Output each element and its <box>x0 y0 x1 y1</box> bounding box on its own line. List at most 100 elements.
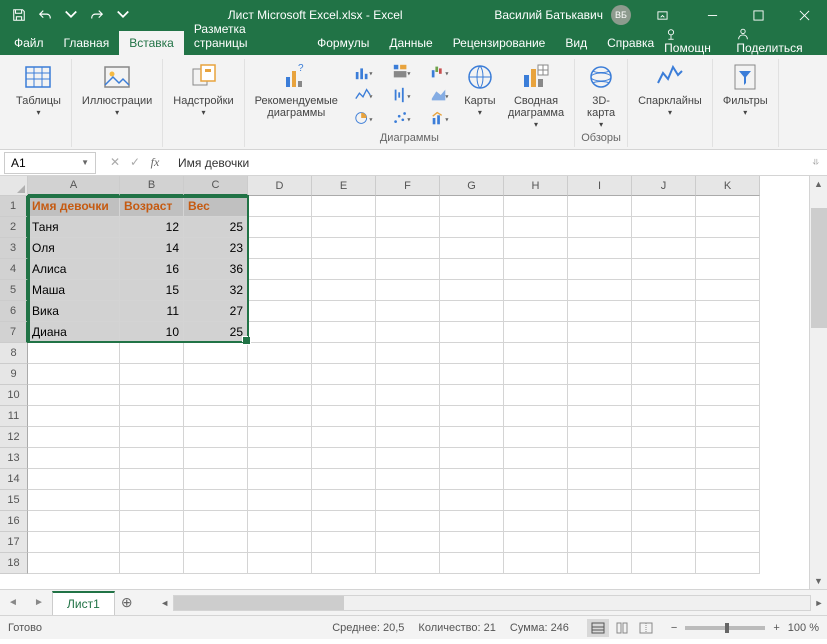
sheet-nav-next-icon[interactable]: ► <box>26 597 52 608</box>
cell[interactable] <box>376 532 440 553</box>
tab-home[interactable]: Главная <box>54 31 120 55</box>
cell[interactable] <box>28 343 120 364</box>
cell[interactable] <box>248 217 312 238</box>
tab-page-layout[interactable]: Разметка страницы <box>184 17 307 55</box>
cell[interactable] <box>312 301 376 322</box>
cell[interactable] <box>312 490 376 511</box>
cell[interactable] <box>312 322 376 343</box>
row-header[interactable]: 9 <box>0 364 28 385</box>
cell[interactable] <box>504 385 568 406</box>
cell[interactable] <box>504 448 568 469</box>
cell[interactable] <box>696 469 760 490</box>
row-header[interactable]: 16 <box>0 511 28 532</box>
horizontal-scrollbar[interactable]: ◄► <box>157 595 827 611</box>
cell[interactable] <box>248 364 312 385</box>
pie-chart-icon[interactable]: ▾ <box>346 107 380 129</box>
formula-input[interactable]: Имя девочки <box>170 156 813 170</box>
combo-chart-icon[interactable]: ▾ <box>422 107 456 129</box>
cell[interactable] <box>120 406 184 427</box>
cell[interactable] <box>632 217 696 238</box>
column-header[interactable]: D <box>248 176 312 196</box>
cell[interactable] <box>312 385 376 406</box>
cell[interactable] <box>184 532 248 553</box>
cell[interactable] <box>312 343 376 364</box>
enter-formula-icon[interactable]: ✓ <box>126 155 144 170</box>
cell[interactable] <box>504 511 568 532</box>
cell[interactable] <box>248 259 312 280</box>
cell[interactable] <box>696 511 760 532</box>
cell[interactable] <box>376 511 440 532</box>
scatter-chart-icon[interactable]: ▾ <box>384 107 418 129</box>
cell[interactable] <box>120 532 184 553</box>
cell[interactable] <box>376 490 440 511</box>
cell[interactable] <box>568 343 632 364</box>
illustrations-button[interactable]: Иллюстрации▾ <box>76 59 158 119</box>
addins-button[interactable]: Надстройки▾ <box>167 59 239 119</box>
cell[interactable]: 32 <box>184 280 248 301</box>
cell[interactable] <box>184 553 248 574</box>
recommended-charts-button[interactable]: ? Рекомендуемые диаграммы <box>249 59 344 131</box>
cell[interactable]: Алиса <box>28 259 120 280</box>
column-header[interactable]: C <box>184 176 248 196</box>
column-header[interactable]: B <box>120 176 184 196</box>
cell[interactable] <box>376 448 440 469</box>
share-button[interactable]: Поделиться <box>736 26 815 55</box>
column-header[interactable]: E <box>312 176 376 196</box>
cell[interactable] <box>696 280 760 301</box>
cell[interactable] <box>632 511 696 532</box>
cell[interactable] <box>184 364 248 385</box>
row-header[interactable]: 6 <box>0 301 28 322</box>
cell[interactable] <box>632 238 696 259</box>
cell[interactable] <box>312 427 376 448</box>
cell[interactable]: 12 <box>120 217 184 238</box>
cell[interactable] <box>120 385 184 406</box>
zoom-control[interactable]: − + 100 % <box>671 622 819 634</box>
waterfall-chart-icon[interactable]: ▾ <box>422 61 456 83</box>
cell[interactable] <box>248 280 312 301</box>
tab-help[interactable]: Справка <box>597 31 664 55</box>
cell[interactable] <box>312 217 376 238</box>
cell[interactable] <box>120 553 184 574</box>
row-header[interactable]: 8 <box>0 343 28 364</box>
hierarchy-chart-icon[interactable]: ▾ <box>384 61 418 83</box>
cell[interactable] <box>376 406 440 427</box>
cell[interactable] <box>184 448 248 469</box>
cell[interactable] <box>568 364 632 385</box>
cell[interactable] <box>248 322 312 343</box>
cell[interactable] <box>312 553 376 574</box>
row-header[interactable]: 12 <box>0 427 28 448</box>
tab-data[interactable]: Данные <box>379 31 442 55</box>
cell[interactable] <box>28 469 120 490</box>
cell[interactable] <box>184 427 248 448</box>
line-chart-icon[interactable]: ▾ <box>346 84 380 106</box>
cell[interactable] <box>568 259 632 280</box>
cell[interactable] <box>440 469 504 490</box>
cell[interactable] <box>568 196 632 217</box>
cell[interactable] <box>184 343 248 364</box>
cell[interactable] <box>696 553 760 574</box>
cell[interactable] <box>248 532 312 553</box>
cell[interactable] <box>312 448 376 469</box>
cell[interactable]: 25 <box>184 322 248 343</box>
cell[interactable] <box>696 259 760 280</box>
cell[interactable] <box>632 490 696 511</box>
tab-view[interactable]: Вид <box>555 31 597 55</box>
cell[interactable] <box>568 322 632 343</box>
cell[interactable] <box>440 238 504 259</box>
column-header[interactable]: A <box>28 176 120 196</box>
cell[interactable] <box>504 343 568 364</box>
column-header[interactable]: I <box>568 176 632 196</box>
cell[interactable] <box>568 217 632 238</box>
cell[interactable] <box>632 427 696 448</box>
cell[interactable] <box>120 490 184 511</box>
sparklines-button[interactable]: Спарклайны▾ <box>632 59 708 119</box>
cell[interactable] <box>312 469 376 490</box>
cell[interactable] <box>568 301 632 322</box>
redo-icon[interactable] <box>84 2 110 28</box>
cell[interactable]: Диана <box>28 322 120 343</box>
cell[interactable] <box>376 238 440 259</box>
cell[interactable] <box>632 259 696 280</box>
cell[interactable] <box>504 280 568 301</box>
cell[interactable] <box>568 490 632 511</box>
cell[interactable] <box>632 280 696 301</box>
